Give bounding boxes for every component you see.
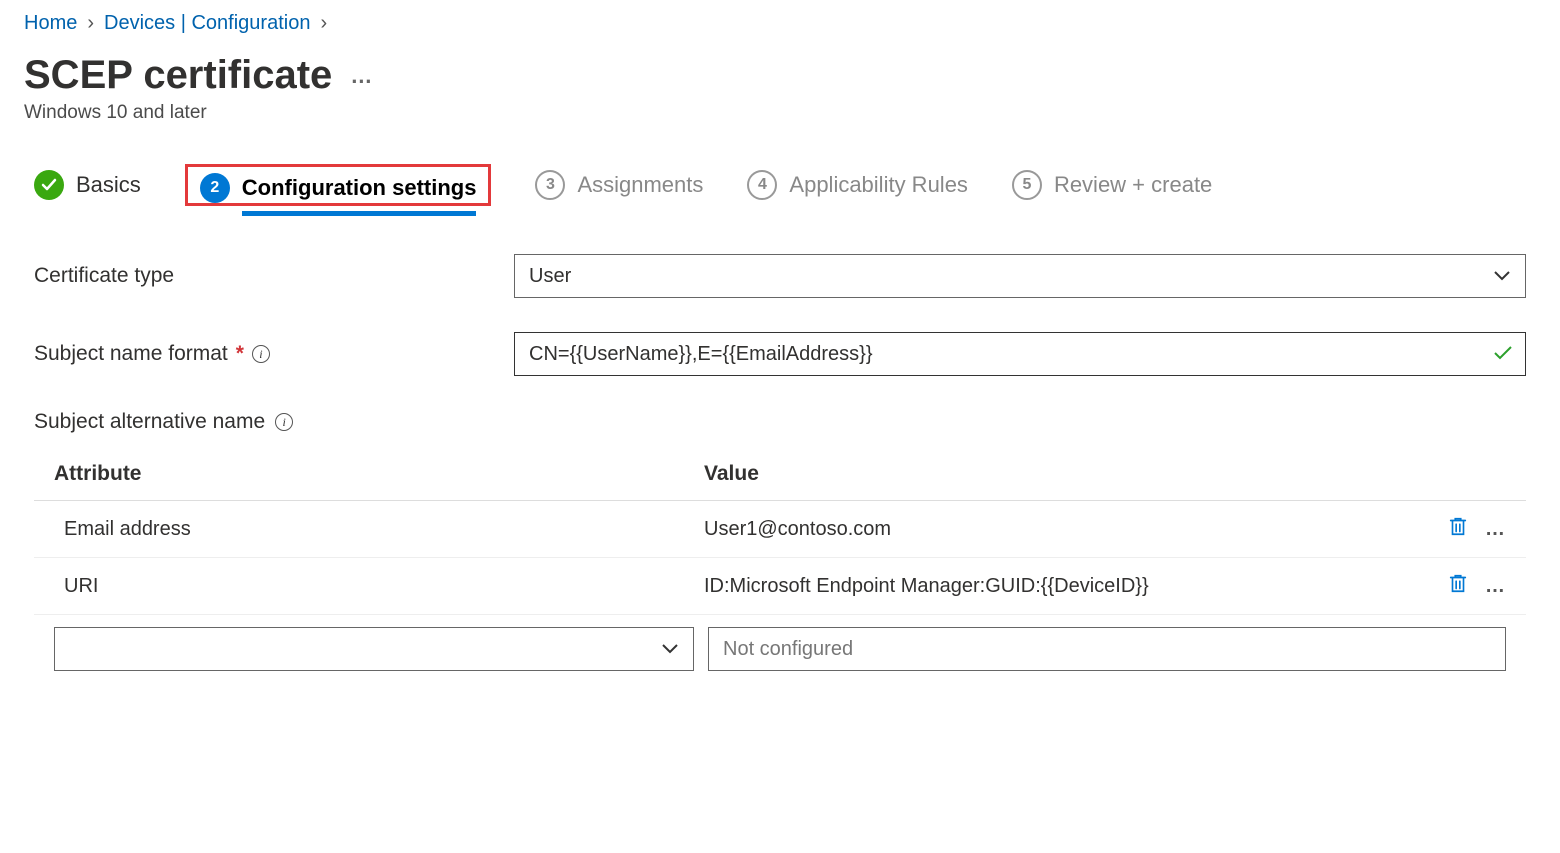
config-form: Certificate type User Subject name forma…	[24, 234, 1536, 679]
san-row-val: ID:Microsoft Endpoint Manager:GUID:{{Dev…	[704, 575, 1416, 598]
san-table: Attribute Value Email address User1@cont…	[34, 452, 1526, 673]
row-cert-type: Certificate type User	[34, 254, 1526, 298]
row-subject-name-format: Subject name format * i CN={{UserName}},…	[34, 332, 1526, 376]
wizard-step-assignments[interactable]: 3 Assignments	[535, 170, 703, 200]
step-number-icon: 5	[1012, 170, 1042, 200]
wizard-step-label: Assignments	[577, 172, 703, 198]
snf-label-text: Subject name format	[34, 342, 228, 366]
chevron-right-icon: ›	[87, 12, 94, 35]
cert-type-value: User	[529, 265, 571, 288]
snf-label: Subject name format * i	[34, 342, 514, 366]
valid-check-icon	[1493, 341, 1513, 367]
san-label-text: Subject alternative name	[34, 410, 265, 434]
chevron-down-icon	[661, 639, 679, 660]
highlight-current-step: 2 Configuration settings	[185, 164, 492, 206]
wizard-step-label: Basics	[76, 172, 141, 198]
wizard-step-applicability[interactable]: 4 Applicability Rules	[747, 170, 968, 200]
required-asterisk: *	[236, 342, 244, 366]
breadcrumb: Home › Devices | Configuration ›	[24, 12, 1536, 35]
row-more-button[interactable]: …	[1485, 518, 1506, 541]
breadcrumb-home[interactable]: Home	[24, 12, 77, 35]
wizard-step-label: Configuration settings	[242, 175, 477, 216]
san-row-actions: …	[1416, 572, 1506, 600]
step-number-icon: 2	[200, 173, 230, 203]
san-row: URI ID:Microsoft Endpoint Manager:GUID:{…	[34, 558, 1526, 615]
more-actions-button[interactable]: …	[350, 63, 374, 89]
san-row-attr: Email address	[54, 518, 704, 541]
san-section-label: Subject alternative name i	[34, 410, 1526, 434]
san-row-val: User1@contoso.com	[704, 518, 1416, 541]
page-title: SCEP certificate	[24, 53, 332, 98]
check-icon	[34, 170, 64, 200]
wizard-step-basics[interactable]: Basics	[34, 170, 141, 200]
chevron-right-icon: ›	[320, 12, 327, 35]
step-number-icon: 4	[747, 170, 777, 200]
san-add-value-placeholder: Not configured	[723, 638, 853, 661]
wizard-step-label: Applicability Rules	[789, 172, 968, 198]
row-more-button[interactable]: …	[1485, 575, 1506, 598]
snf-value: CN={{UserName}},E={{EmailAddress}}	[529, 343, 873, 366]
cert-type-select[interactable]: User	[514, 254, 1526, 298]
info-icon[interactable]: i	[252, 345, 270, 363]
san-row-actions: …	[1416, 515, 1506, 543]
wizard-step-label: Review + create	[1054, 172, 1212, 198]
san-table-header: Attribute Value	[34, 452, 1526, 501]
snf-input[interactable]: CN={{UserName}},E={{EmailAddress}}	[514, 332, 1526, 376]
wizard-step-review[interactable]: 5 Review + create	[1012, 170, 1212, 200]
info-icon[interactable]: i	[275, 413, 293, 431]
cert-type-label: Certificate type	[34, 264, 514, 288]
breadcrumb-devices[interactable]: Devices | Configuration	[104, 12, 310, 35]
wizard-steps: Basics 2 Configuration settings 3 Assign…	[24, 164, 1536, 206]
delete-button[interactable]	[1447, 515, 1469, 543]
san-header-value: Value	[704, 462, 759, 486]
step-number-icon: 3	[535, 170, 565, 200]
san-add-row: Not configured	[34, 615, 1526, 673]
wizard-step-config[interactable]: 2 Configuration settings	[200, 173, 477, 203]
san-row-attr: URI	[54, 575, 704, 598]
chevron-down-icon	[1493, 266, 1511, 287]
san-header-attribute: Attribute	[54, 462, 704, 486]
delete-button[interactable]	[1447, 572, 1469, 600]
san-add-value-input[interactable]: Not configured	[708, 627, 1506, 671]
san-row: Email address User1@contoso.com …	[34, 501, 1526, 558]
san-add-attr-select[interactable]	[54, 627, 694, 671]
page-subtitle: Windows 10 and later	[24, 102, 1536, 124]
page-title-row: SCEP certificate …	[24, 53, 1536, 98]
